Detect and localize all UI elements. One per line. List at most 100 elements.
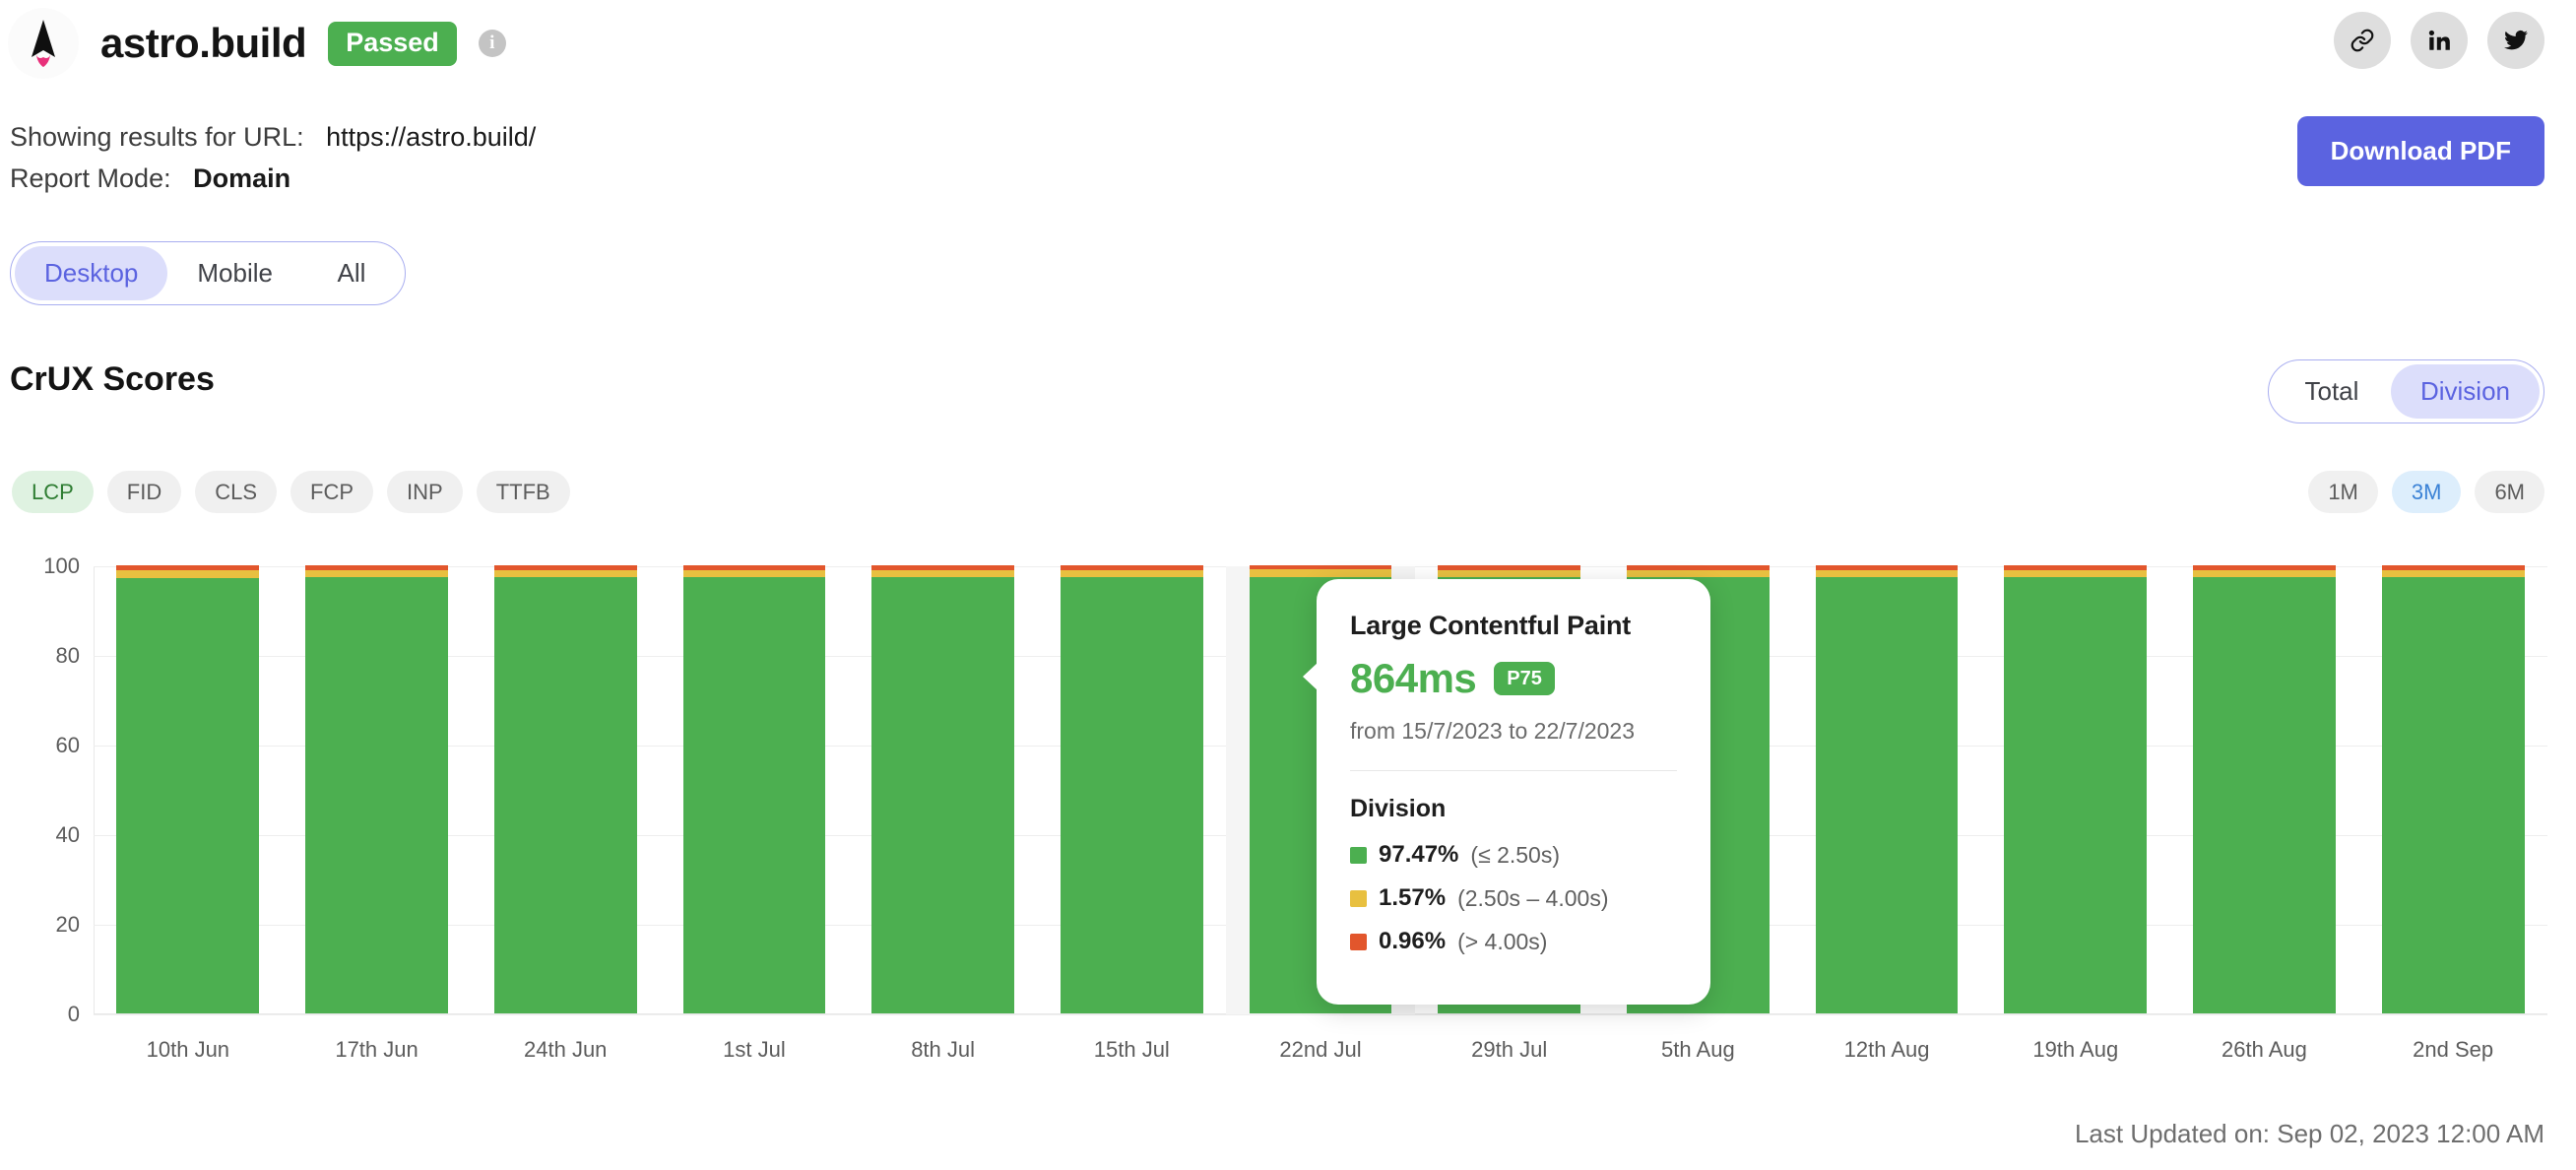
bar-segment	[871, 569, 1014, 577]
link-icon[interactable]	[2334, 12, 2391, 69]
x-axis-tick: 12th Aug	[1843, 1037, 1930, 1062]
bar-segment	[2381, 569, 2525, 578]
division-condition: (> 4.00s)	[1457, 928, 1548, 954]
bar-segment	[2381, 577, 2525, 1013]
bar-segment	[2193, 569, 2336, 578]
download-pdf-button[interactable]: Download PDF	[2296, 116, 2544, 186]
bar-segment	[116, 577, 260, 1013]
range-chip-group: 1M 3M 6M	[2308, 471, 2544, 514]
chart-bar[interactable]	[1060, 565, 1203, 1013]
metric-chip-lcp[interactable]: LCP	[12, 471, 94, 514]
x-axis-tick: 29th Jul	[1471, 1037, 1548, 1062]
social-share-group	[2334, 12, 2544, 69]
metric-chip-ttfb[interactable]: TTFB	[476, 471, 570, 514]
bar-segment	[1815, 576, 1959, 1013]
x-axis-tick: 17th Jun	[335, 1037, 419, 1062]
tooltip-division-list: 97.47% (≤ 2.50s) 1.57% (2.50s – 4.00s) 0.96%…	[1350, 841, 1677, 955]
chart-bar[interactable]	[682, 565, 826, 1013]
tab-total[interactable]: Total	[2273, 364, 2391, 419]
bar-segment	[2193, 577, 2336, 1013]
tab-mobile[interactable]: Mobile	[167, 246, 302, 300]
bar-segment	[116, 569, 260, 578]
color-swatch-icon	[1350, 933, 1367, 950]
info-icon[interactable]: i	[478, 30, 506, 57]
metric-chip-cls[interactable]: CLS	[195, 471, 278, 514]
y-axis-labels: 0 20 40 60 80 100	[0, 553, 94, 1026]
report-meta: Showing results for URL: https://astro.b…	[10, 116, 536, 199]
header: astro.build Passed i	[8, 8, 506, 79]
section-title: CrUX Scores	[10, 360, 215, 398]
x-axis-tick: 19th Aug	[2032, 1037, 2119, 1062]
chart-bar[interactable]	[1815, 565, 1959, 1013]
y-axis-tick: 80	[55, 643, 80, 668]
chart-bar[interactable]	[305, 565, 448, 1013]
division-percent: 97.47%	[1379, 841, 1459, 868]
tooltip-division-item: 0.96% (> 4.00s)	[1350, 928, 1677, 955]
meta-mode-line: Report Mode: Domain	[10, 158, 536, 199]
twitter-icon[interactable]	[2487, 12, 2544, 69]
x-axis-tick: 1st Jul	[723, 1037, 786, 1062]
mode-label: Report Mode:	[10, 163, 171, 193]
bar-segment	[682, 577, 826, 1013]
astro-logo-icon	[8, 8, 79, 79]
bar-segment	[1438, 569, 1581, 577]
crux-chart: 0 20 40 60 80 100 10th Jun 17th Jun 24th Jun 1st…	[0, 547, 2576, 1062]
bar-segment	[1060, 569, 1203, 577]
x-axis-tick: 22nd Jul	[1279, 1037, 1362, 1062]
metric-chip-fcp[interactable]: FCP	[290, 471, 374, 514]
y-axis-tick: 20	[55, 912, 80, 937]
division-condition: (≤ 2.50s)	[1470, 841, 1561, 868]
chart-bar[interactable]	[2004, 565, 2148, 1013]
division-percent: 1.57%	[1379, 884, 1447, 911]
tooltip-date-range: from 15/7/2023 to 22/7/2023	[1350, 718, 1635, 744]
metric-chip-inp[interactable]: INP	[387, 471, 463, 514]
bar-segment	[1060, 576, 1203, 1013]
tooltip-division-item: 97.47% (≤ 2.50s)	[1350, 841, 1677, 869]
tooltip-value: 864ms	[1350, 655, 1477, 701]
chart-bar[interactable]	[116, 565, 260, 1013]
x-axis-tick: 26th Aug	[2222, 1037, 2307, 1062]
chart-bar[interactable]	[2193, 565, 2336, 1013]
tooltip-divider	[1350, 770, 1677, 771]
color-swatch-icon	[1350, 889, 1367, 907]
x-axis-tick: 8th Jul	[911, 1037, 976, 1062]
mode-tabs: Total Division	[2267, 359, 2544, 423]
gridline	[94, 1014, 2547, 1015]
tooltip-division-item: 1.57% (2.50s – 4.00s)	[1350, 884, 1677, 912]
bar-segment	[493, 569, 637, 577]
bar-segment	[493, 576, 637, 1013]
bar-segment	[2004, 569, 2148, 577]
y-axis-tick: 60	[55, 733, 80, 757]
url-value: https://astro.build/	[326, 122, 537, 152]
chart-bar[interactable]	[871, 565, 1014, 1013]
x-axis-tick: 5th Aug	[1661, 1037, 1735, 1062]
page-title: astro.build	[100, 20, 307, 66]
tab-desktop[interactable]: Desktop	[15, 246, 168, 300]
url-label: Showing results for URL:	[10, 122, 304, 152]
range-chip-3m[interactable]: 3M	[2391, 471, 2462, 514]
chart-tooltip: Large Contentful Paint 864ms P75 from 15…	[1303, 579, 1710, 1005]
bar-segment	[682, 569, 826, 578]
range-chip-6m[interactable]: 6M	[2475, 471, 2544, 514]
x-axis-tick: 24th Jun	[524, 1037, 608, 1062]
tooltip-value-row: 864ms P75	[1350, 655, 1677, 702]
status-badge: Passed	[328, 21, 457, 66]
range-chip-1m[interactable]: 1M	[2308, 471, 2378, 514]
x-axis-tick: 2nd Sep	[2413, 1037, 2494, 1062]
device-tabs: Desktop Mobile All	[10, 241, 406, 305]
metric-chip-fid[interactable]: FID	[106, 471, 182, 514]
tab-division[interactable]: Division	[2390, 364, 2540, 419]
bar-segment	[2004, 576, 2148, 1013]
x-axis-labels: 10th Jun 17th Jun 24th Jun 1st Jul 8th Jul 15…	[94, 1037, 2547, 1076]
chart-bar[interactable]	[2381, 565, 2525, 1013]
x-axis-tick: 10th Jun	[146, 1037, 230, 1062]
y-axis-tick: 100	[43, 553, 80, 578]
bar-segment	[871, 576, 1014, 1013]
y-axis-tick: 40	[55, 822, 80, 847]
linkedin-icon[interactable]	[2411, 12, 2468, 69]
metric-chip-group: LCP FID CLS FCP INP TTFB	[12, 471, 570, 514]
tooltip-section-label: Division	[1350, 795, 1447, 822]
y-axis-tick: 0	[67, 1002, 80, 1026]
tab-all[interactable]: All	[302, 246, 401, 300]
chart-bar[interactable]	[493, 565, 637, 1013]
